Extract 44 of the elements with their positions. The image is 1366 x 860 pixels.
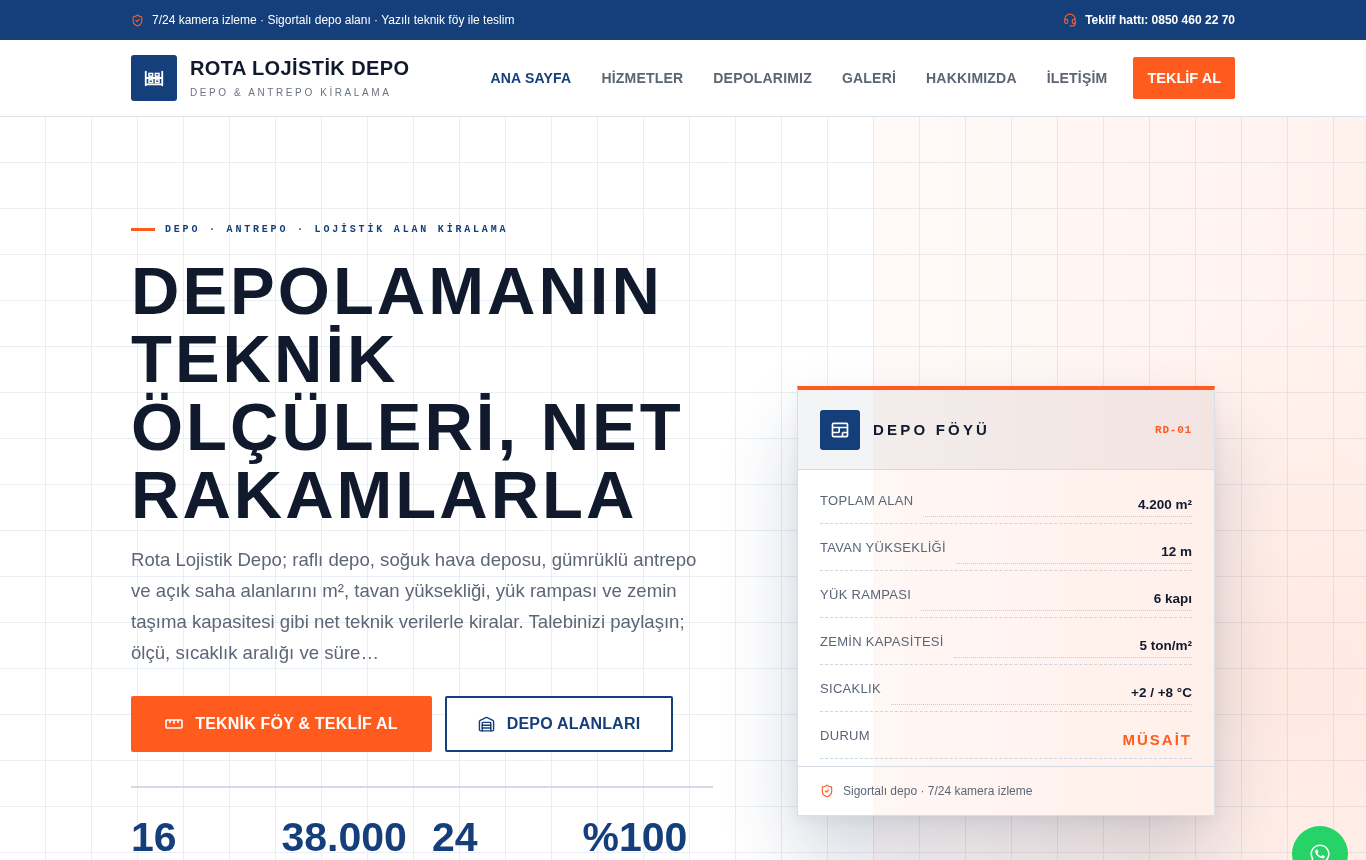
spec-label: TAVAN YÜKSEKLİĞİ (820, 539, 946, 556)
card-code: RD-01 (1155, 423, 1192, 436)
spec-label: TOPLAM ALAN (820, 492, 914, 509)
phone-bubble-icon (1309, 843, 1331, 860)
quote-button[interactable]: TEKLİF AL (1133, 57, 1235, 99)
nav-link[interactable]: HİZMETLER (601, 70, 684, 86)
nav-link[interactable]: İLETİŞİM (1046, 70, 1108, 86)
spec-value: 6 kapı (1153, 590, 1192, 607)
card-footer-text: Sigortalı depo · 7/24 kamera izleme (843, 784, 1033, 798)
spec-label: ZEMİN KAPASİTESİ (820, 633, 944, 650)
shield-check-icon (820, 784, 834, 798)
top-notice: 7/24 kamera izleme · Sigortalı depo alanı · Yazılı teknik föy ile teslim (152, 13, 515, 27)
logo-name[interactable]: ROTA LOJİSTİK DEPO (190, 57, 410, 79)
logo-tagline: DEPO & ANTREPO KİRALAMA (190, 87, 393, 99)
stat-value: 16 (131, 814, 177, 860)
ruler-icon (165, 719, 184, 729)
stat-value: 24 (432, 814, 478, 860)
spec-label: DURUM (820, 727, 870, 744)
headset-icon (1063, 13, 1078, 27)
nav-link[interactable]: ANA SAYFA (490, 70, 572, 86)
hotline-text: Teklif hattı: 0850 460 22 70 (1085, 13, 1235, 27)
spec-value: 12 m (1161, 543, 1192, 560)
stat-value: %100 (582, 814, 688, 860)
spec-label: SICAKLIK (820, 680, 881, 697)
card-title: DEPO FÖYÜ (873, 421, 991, 438)
stat-value: 38.000 (281, 814, 407, 860)
eyebrow-text: DEPO · ANTREPO · LOJİSTİK ALAN KİRALAMA (165, 223, 509, 235)
shield-check-icon (131, 13, 144, 27)
accent-line (131, 227, 155, 231)
depot-areas-button[interactable]: DEPO ALANLARI (445, 696, 673, 752)
spec-value: +2 / +8 °C (1131, 684, 1192, 701)
status-value: MÜSAİT (1122, 731, 1192, 748)
nav-link[interactable]: HAKKIMIZDA (926, 70, 1017, 86)
spec-value: 5 ton/m² (1139, 637, 1192, 654)
hero-description: Rota Lojistik Depo; raflı depo, soğuk hava deposu, gümrüklü antrepo ve açık saha alanlarını m², tavan yüksekliği, yük rampası ve zemin taşıma kapasitesi gibi net teknik verilerle kiralar. Talebinizi paylaşın; ölçü, sıcaklık aralığı ve süre… (131, 548, 698, 665)
floor-plan-icon (820, 409, 860, 450)
hero-title: DEPOLAMANIN TEKNİK ÖLÇÜLERİ, NET RAKAMLARLA (131, 257, 685, 529)
spec-label: YÜK RAMPASI (820, 586, 912, 603)
shelving-icon[interactable] (131, 55, 177, 101)
nav-link[interactable]: GALERİ (841, 70, 897, 86)
spec-value: 4.200 m² (1137, 496, 1192, 513)
quote-button[interactable]: TEKNİK FÖY & TEKLİF AL (131, 696, 432, 752)
warehouse-icon (477, 715, 495, 733)
nav-link[interactable]: DEPOLARIMIZ (713, 70, 812, 86)
